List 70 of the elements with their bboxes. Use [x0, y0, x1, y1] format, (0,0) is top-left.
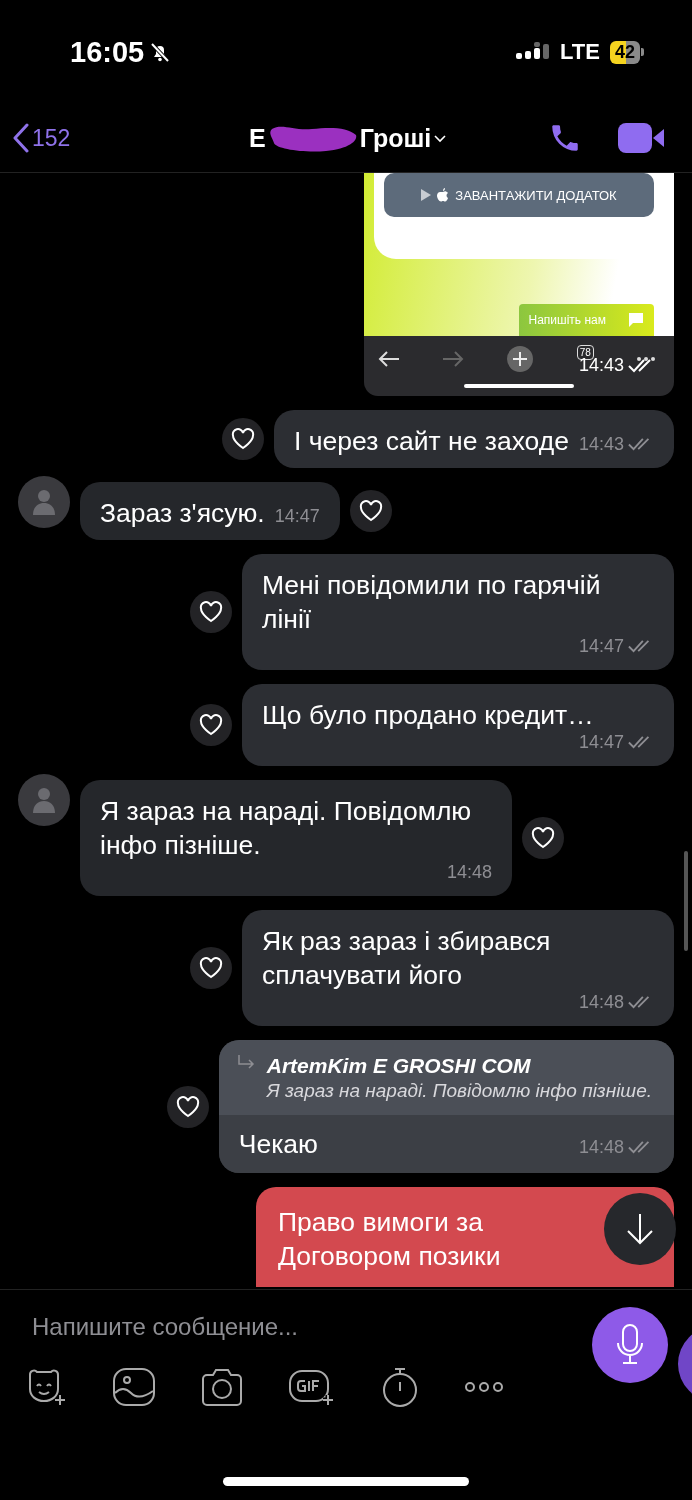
message-bubble[interactable]: Мені повідомили по гарячій лінії 14:47: [242, 554, 674, 670]
screenshot-message[interactable]: ЗАВАНТАЖИТИ ДОДАТОК Напишіть нам 78 14:43: [364, 173, 674, 396]
reply-arrow-icon: [236, 1054, 255, 1070]
like-button[interactable]: [166, 1085, 209, 1128]
message-time: 14:43: [578, 434, 624, 455]
message-text: Право вимоги за Договором позики: [278, 1206, 502, 1273]
more-icon: [636, 356, 656, 362]
gallery-icon[interactable]: [112, 1367, 156, 1407]
chat-icon: [628, 312, 644, 328]
forward-arrow-icon: [442, 351, 465, 367]
heart-icon: [175, 1095, 200, 1118]
message-bubble[interactable]: Як раз зараз і збирався сплачувати його 14:48: [242, 910, 674, 1026]
quote-text: Я зараз на нараді. Повідомлю інфо пізніше.: [266, 1079, 652, 1103]
message-time: 14:48: [578, 1137, 624, 1158]
timer-icon[interactable]: [380, 1366, 420, 1408]
message-time: 14:47: [578, 636, 624, 657]
like-button[interactable]: [222, 418, 265, 460]
message-text: І через сайт не заходе: [294, 425, 569, 458]
message-bubble[interactable]: Що було продано кредит… 14:47: [242, 684, 674, 766]
tabs-count: 78: [576, 344, 594, 360]
signal-icon: [516, 42, 551, 62]
message-time: 14:47: [578, 732, 624, 753]
message-text: Зараз з'ясую.: [100, 497, 265, 530]
chevron-down-icon[interactable]: [433, 133, 448, 143]
message-text: Як раз зараз і збирався сплачувати його: [262, 925, 552, 992]
heart-icon: [199, 714, 223, 736]
like-button[interactable]: [522, 817, 564, 859]
plus-icon: [506, 345, 535, 373]
heart-icon: [231, 428, 256, 450]
arrow-down-icon: [625, 1212, 655, 1246]
message-text: Мені повідомили по гарячій лінії: [262, 569, 602, 636]
like-button[interactable]: [190, 591, 232, 633]
back-arrow-icon: [378, 351, 400, 367]
heart-icon: [358, 500, 383, 522]
heart-icon: [531, 827, 555, 849]
message-bubble[interactable]: Я зараз на нараді. Повідомлю інфо пізніше. 14:48: [80, 780, 512, 896]
message-bubble[interactable]: Зараз з'ясую. 14:47: [80, 482, 340, 540]
gif-icon[interactable]: [288, 1367, 336, 1407]
quoted-message[interactable]: ArtemKim E GROSHI COM Я зараз на нараді. Повідомлю інфо пізніше.: [218, 1040, 674, 1115]
like-button[interactable]: [190, 704, 232, 746]
more-icon[interactable]: [464, 1381, 504, 1393]
back-button[interactable]: 152: [12, 123, 71, 153]
avatar[interactable]: [18, 476, 70, 528]
heart-icon: [199, 957, 223, 979]
video-call-icon[interactable]: [618, 121, 666, 155]
message-time: 14:48: [578, 992, 624, 1013]
microphone-icon: [615, 1323, 645, 1367]
like-button[interactable]: [190, 947, 232, 989]
message-bubble[interactable]: ArtemKim E GROSHI COM Я зараз на нараді. Повідомлю інфо пізніше. Чекаю 14:48: [218, 1040, 674, 1173]
download-app-button: ЗАВАНТАЖИТИ ДОДАТОК: [384, 173, 654, 217]
message-text: Що було продано кредит…: [262, 699, 594, 732]
message-time: 14:48: [446, 862, 492, 883]
message-input[interactable]: Напишите сообщение...: [30, 1312, 592, 1342]
camera-icon[interactable]: [200, 1367, 244, 1407]
like-button[interactable]: [349, 490, 392, 532]
heart-icon: [199, 601, 223, 623]
chat-chip: Напишіть нам: [518, 304, 654, 336]
chevron-left-icon: [12, 123, 30, 153]
apple-icon: [437, 188, 450, 202]
status-time: 16:05: [70, 35, 145, 69]
message-bubble[interactable]: І через сайт не заходе 14:43: [274, 410, 674, 468]
message-text: Чекаю: [238, 1128, 318, 1161]
chat-title[interactable]: Гроші: [359, 123, 432, 153]
play-icon: [421, 189, 432, 201]
avatar[interactable]: [18, 774, 70, 826]
message-text: Я зараз на нараді. Повідомлю інфо пізніше.: [100, 795, 473, 862]
chat-title[interactable]: E: [249, 123, 266, 153]
message-time: 14:47: [274, 506, 320, 527]
network-type: LTE: [560, 39, 600, 65]
quote-author: ArtemKim E GROSHI COM: [266, 1054, 532, 1078]
